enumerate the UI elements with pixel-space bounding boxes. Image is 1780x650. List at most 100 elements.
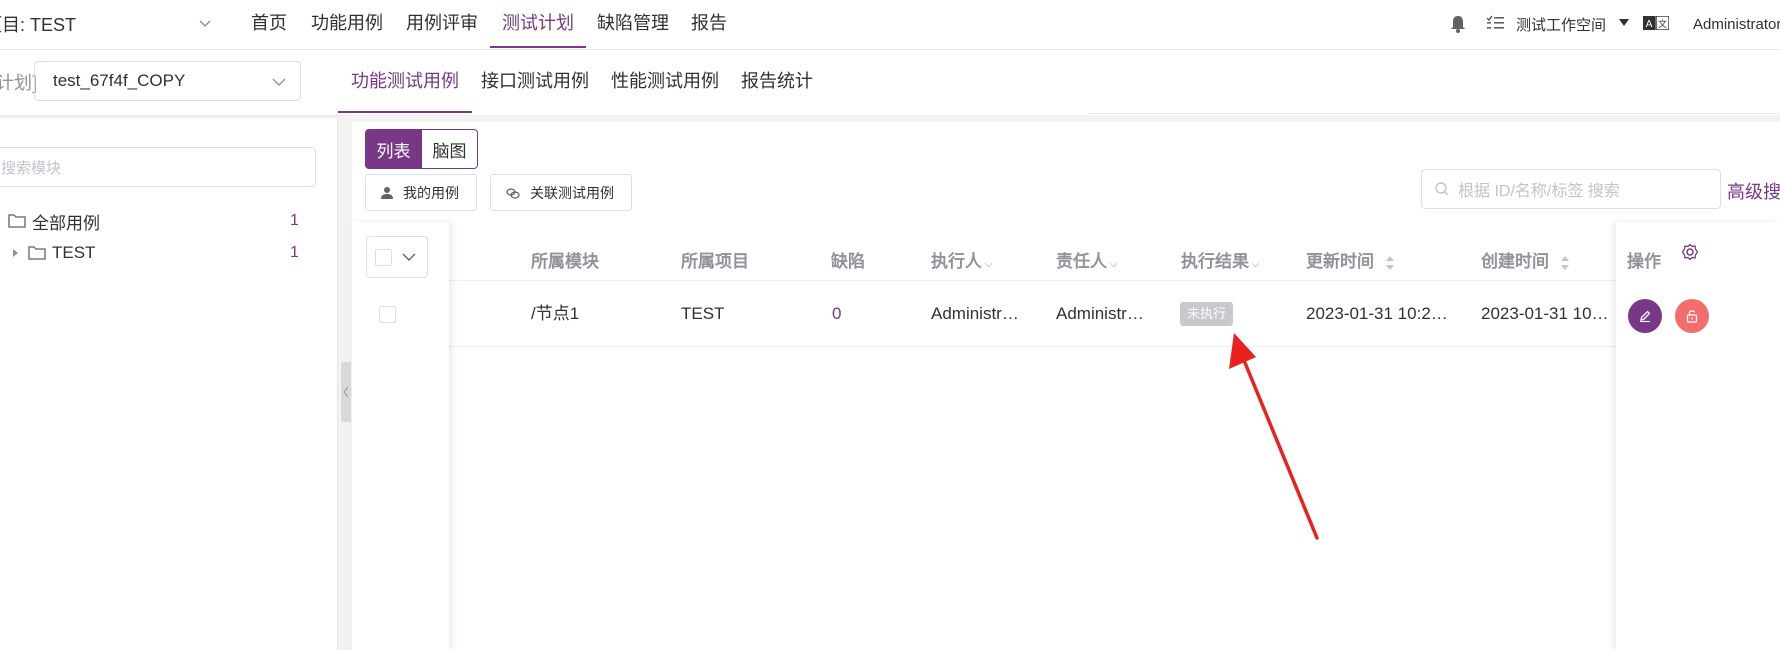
menu-case-review[interactable]: 用例评审 (406, 0, 478, 48)
menu-test-plan-label: 测试计划 (502, 13, 574, 33)
settings-gear-icon[interactable] (1681, 243, 1699, 261)
project-label: 项目: TEST (0, 15, 77, 35)
plan-select-value: test_67f4f_COPY (53, 71, 186, 90)
tab-performance-cases[interactable]: 性能测试用例 (611, 50, 719, 113)
folder-icon (28, 246, 46, 260)
unlink-button[interactable] (1675, 299, 1709, 333)
chevron-down-icon[interactable] (272, 77, 286, 87)
module-search-placeholder: 搜索模块 (1, 159, 62, 177)
cell-created-time: 2023-01-31 10:2… (1481, 304, 1611, 323)
svg-text:A: A (1646, 19, 1653, 30)
tree-node-test-label: TEST (52, 243, 96, 262)
link-test-cases-label: 关联测试用例 (530, 184, 614, 201)
chevron-down-icon: ⌵ (1249, 259, 1260, 270)
menu-case-review-label: 用例评审 (406, 13, 478, 33)
module-tree-panel (0, 115, 338, 650)
edit-button[interactable] (1628, 299, 1662, 333)
col-header-executor-label: 执行人 (931, 252, 982, 271)
tree-node-test[interactable]: TEST 1 (0, 239, 300, 267)
col-header-created[interactable]: 创建时间 (1481, 238, 1570, 286)
col-header-defects: 缺陷 (831, 238, 865, 286)
link-icon (506, 187, 520, 199)
cell-defects[interactable]: 0 (832, 290, 912, 338)
fixed-right-column (1616, 222, 1780, 650)
case-search-input[interactable]: 根据 ID/名称/标签 搜索 (1421, 169, 1721, 209)
col-header-result-label: 执行结果 (1181, 252, 1249, 271)
svg-text:文: 文 (1658, 18, 1667, 30)
col-header-owner-label: 责任人 (1056, 252, 1107, 271)
folder-icon (8, 214, 26, 228)
menu-functional-cases[interactable]: 功能用例 (311, 0, 383, 48)
workspace-selector[interactable]: 测试工作空间 (1516, 0, 1606, 48)
cell-project: TEST (681, 304, 725, 323)
tab-functional-cases[interactable]: 功能测试用例 (338, 50, 472, 113)
view-mindmap-button[interactable]: 脑图 (421, 129, 478, 169)
col-header-actions-label: 操作 (1627, 252, 1661, 271)
plan-label: 计划] (0, 73, 38, 93)
cell-executor: Administr… (931, 304, 1019, 323)
col-header-owner[interactable]: 责任人 ⌵ (1056, 238, 1117, 286)
search-icon (1435, 182, 1449, 196)
menu-defect-management-label: 缺陷管理 (597, 13, 669, 33)
caret-right-icon[interactable] (12, 248, 20, 258)
bell-icon[interactable] (1449, 14, 1467, 34)
col-header-actions: 操作 (1627, 238, 1661, 286)
menu-defect-management[interactable]: 缺陷管理 (597, 0, 669, 48)
link-test-cases-button[interactable]: 关联测试用例 (490, 174, 632, 211)
case-search-placeholder: 根据 ID/名称/标签 搜索 (1458, 183, 1620, 200)
chevron-down-icon: ⌵ (1107, 259, 1118, 270)
menu-home-label: 首页 (251, 13, 287, 33)
tree-node-test-count: 1 (290, 244, 299, 261)
user-icon (381, 186, 393, 199)
col-header-updated[interactable]: 更新时间 (1306, 238, 1395, 286)
col-header-created-label: 创建时间 (1481, 252, 1549, 271)
col-header-module: 所属模块 (531, 238, 599, 286)
col-header-updated-label: 更新时间 (1306, 252, 1374, 271)
chevron-down-icon[interactable] (199, 17, 211, 29)
col-header-module-label: 所属模块 (531, 252, 599, 271)
caret-down-icon[interactable] (1619, 19, 1629, 27)
tab-report-stats[interactable]: 报告统计 (741, 50, 813, 113)
menu-report-label: 报告 (691, 13, 727, 33)
annotation-arrow (1229, 333, 1319, 540)
tree-node-all-count: 1 (290, 212, 299, 229)
tab-api-cases[interactable]: 接口测试用例 (481, 50, 589, 113)
user-menu[interactable]: Administrator (1693, 0, 1780, 48)
tab-functional-cases-label: 功能测试用例 (351, 71, 459, 91)
select-all-dropdown[interactable] (366, 236, 428, 278)
col-header-project-label: 所属项目 (681, 252, 749, 271)
my-cases-button[interactable]: 我的用例 (365, 174, 477, 211)
view-list-button[interactable]: 列表 (365, 129, 422, 169)
chevron-down-icon[interactable] (402, 252, 416, 262)
sort-icon[interactable] (1385, 255, 1395, 271)
cell-module: /节点1 (531, 304, 580, 323)
tree-node-all-label: 全部用例 (32, 213, 100, 233)
fixed-left-column (352, 222, 449, 650)
menu-report[interactable]: 报告 (691, 0, 727, 48)
row-checkbox[interactable] (379, 306, 396, 323)
select-all-checkbox[interactable] (375, 248, 392, 266)
chevron-left-icon (343, 386, 349, 398)
tab-performance-cases-label: 性能测试用例 (611, 71, 719, 91)
tree-node-all[interactable]: 全部用例 1 (0, 207, 300, 235)
module-search-input[interactable]: 搜索模块 (0, 147, 316, 187)
col-header-defects-label: 缺陷 (831, 252, 865, 271)
subnav-divider (1088, 113, 1780, 114)
menu-functional-cases-label: 功能用例 (311, 13, 383, 33)
task-list-icon[interactable] (1486, 15, 1504, 31)
workspace-label: 测试工作空间 (1516, 16, 1607, 34)
cell-owner: Administr… (1056, 304, 1144, 323)
status-badge: 未执行 (1180, 302, 1234, 326)
col-header-executor[interactable]: 执行人 ⌵ (931, 238, 992, 286)
language-icon[interactable]: A 文 (1643, 16, 1669, 30)
panel-collapse-handle[interactable] (341, 362, 351, 422)
plan-select[interactable]: test_67f4f_COPY (34, 61, 301, 101)
menu-test-plan[interactable]: 测试计划 (490, 0, 586, 48)
sort-icon[interactable] (1560, 255, 1570, 271)
menu-home[interactable]: 首页 (251, 0, 287, 48)
table-row-divider (366, 346, 1780, 347)
tab-report-stats-label: 报告统计 (741, 71, 813, 91)
advanced-search-link[interactable]: 高级搜 (1727, 178, 1780, 204)
project-selector[interactable]: 项目: TEST (0, 0, 76, 48)
col-header-result[interactable]: 执行结果 ⌵ (1181, 238, 1259, 286)
